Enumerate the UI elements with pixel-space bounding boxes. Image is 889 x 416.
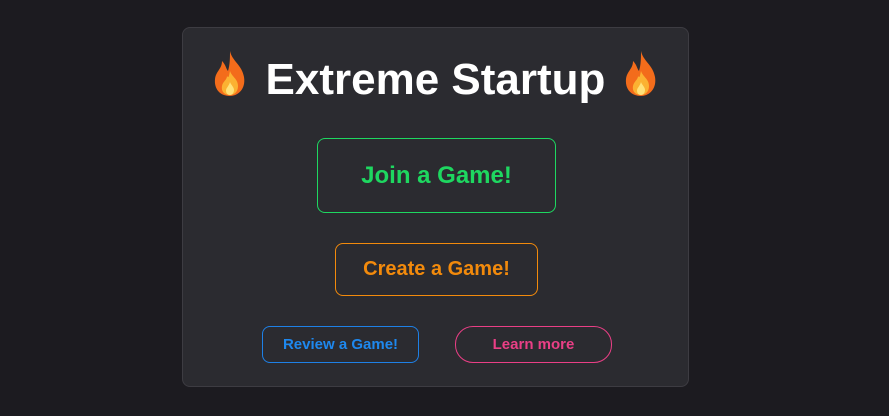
learn-more-label: Learn more [492,336,575,353]
join-game-label: Join a Game! [361,161,512,189]
join-game-button[interactable]: Join a Game! [317,138,556,213]
page-title: Extreme Startup [183,51,688,109]
flame-icon [208,49,252,109]
flame-icon [619,49,663,109]
create-game-label: Create a Game! [363,258,510,280]
title-text: Extreme Startup [265,55,606,104]
home-card: Extreme Startup Join a Game! Create a Ga… [182,27,689,387]
review-game-label: Review a Game! [282,336,399,353]
create-game-button[interactable]: Create a Game! [335,243,538,296]
learn-more-button[interactable]: Learn more [455,326,612,363]
review-game-button[interactable]: Review a Game! [262,326,419,363]
